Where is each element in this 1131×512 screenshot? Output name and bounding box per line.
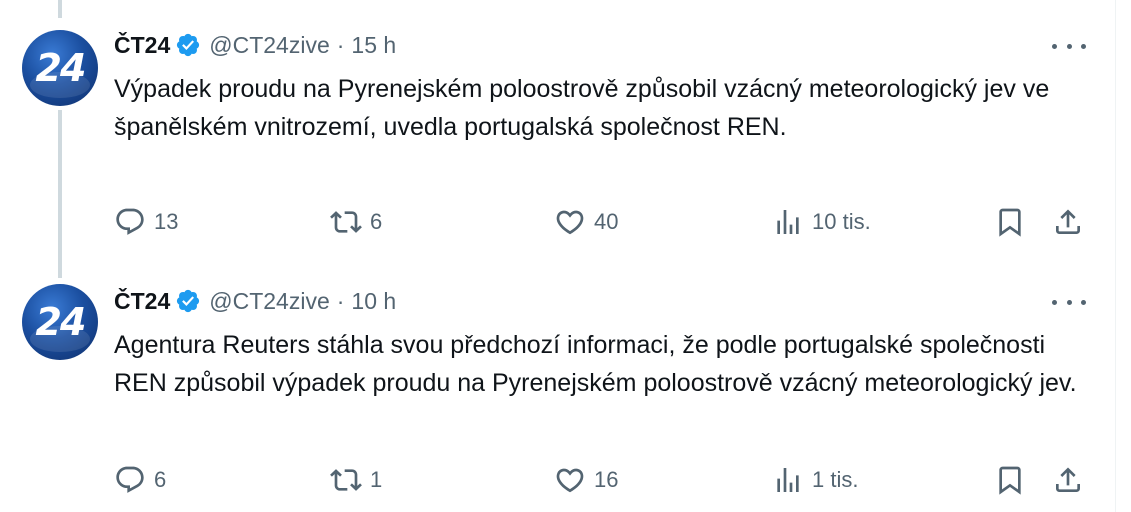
timeline-border [1115,0,1116,512]
heart-icon [556,210,584,235]
repost-icon [330,211,362,233]
author-name[interactable]: ČT24 [114,32,170,59]
repost-count: 1 [370,467,383,492]
separator: · [336,287,345,314]
timestamp[interactable]: 10 h [351,288,396,315]
author-handle[interactable]: @CT24zive [209,32,330,59]
views-count: 1 tis. [812,467,859,492]
like-count: 40 [594,209,619,234]
tweet-actions: 6 1 16 1 tis. [0,460,1115,500]
bookmark-icon [999,208,1021,237]
timestamp[interactable]: 15 h [351,32,396,59]
reply-count: 13 [154,209,179,234]
reply-icon [116,466,144,493]
tweet[interactable]: 24 ČT24 @CT24zive · 10 h Agentura Reuter… [0,262,1115,512]
tweet-header: ČT24 @CT24zive · 10 h [114,285,396,317]
reply-button[interactable]: 6 [114,460,166,500]
repost-icon [330,469,362,491]
reply-icon [116,208,144,235]
like-count: 16 [594,467,619,492]
tweet-text: Výpadek proudu na Pyrenejském poloostrov… [114,75,1050,141]
views-icon [777,210,799,234]
more-icon[interactable] [1052,36,1086,56]
reply-count: 6 [154,467,167,492]
bookmark-button[interactable] [994,460,1026,500]
repost-button[interactable]: 1 [330,460,382,500]
share-button[interactable] [1052,202,1084,242]
bookmark-button[interactable] [994,202,1026,242]
tweet-header: ČT24 @CT24zive · 15 h [114,29,396,61]
verified-badge-icon[interactable] [175,288,201,314]
verified-badge-icon[interactable] [175,32,201,58]
share-icon [1056,209,1080,234]
tweet-actions: 13 6 40 10 tis. [0,202,1115,242]
heart-icon [556,468,584,493]
avatar-logo-text: 24 [35,300,87,344]
bookmark-icon [999,466,1021,495]
repost-count: 6 [370,209,383,234]
author-name[interactable]: ČT24 [114,288,170,315]
reply-button[interactable]: 13 [114,202,178,242]
views-icon [777,468,799,492]
separator: · [336,31,345,58]
repost-button[interactable]: 6 [330,202,382,242]
avatar-logo-text: 24 [35,46,87,90]
tweet[interactable]: 24 ČT24 @CT24zive · 15 h Výpadek proudu … [0,0,1115,262]
views-button[interactable]: 1 tis. [772,460,858,500]
share-icon [1056,467,1080,492]
avatar[interactable]: 24 [22,30,98,106]
tweet-text: Agentura Reuters stáhla svou předchozí i… [114,331,1077,397]
avatar[interactable]: 24 [22,284,98,360]
more-icon[interactable] [1052,292,1086,312]
share-button[interactable] [1052,460,1084,500]
author-handle[interactable]: @CT24zive [209,288,330,315]
views-count: 10 tis. [812,209,871,234]
like-button[interactable]: 40 [554,202,618,242]
views-button[interactable]: 10 tis. [772,202,871,242]
like-button[interactable]: 16 [554,460,618,500]
